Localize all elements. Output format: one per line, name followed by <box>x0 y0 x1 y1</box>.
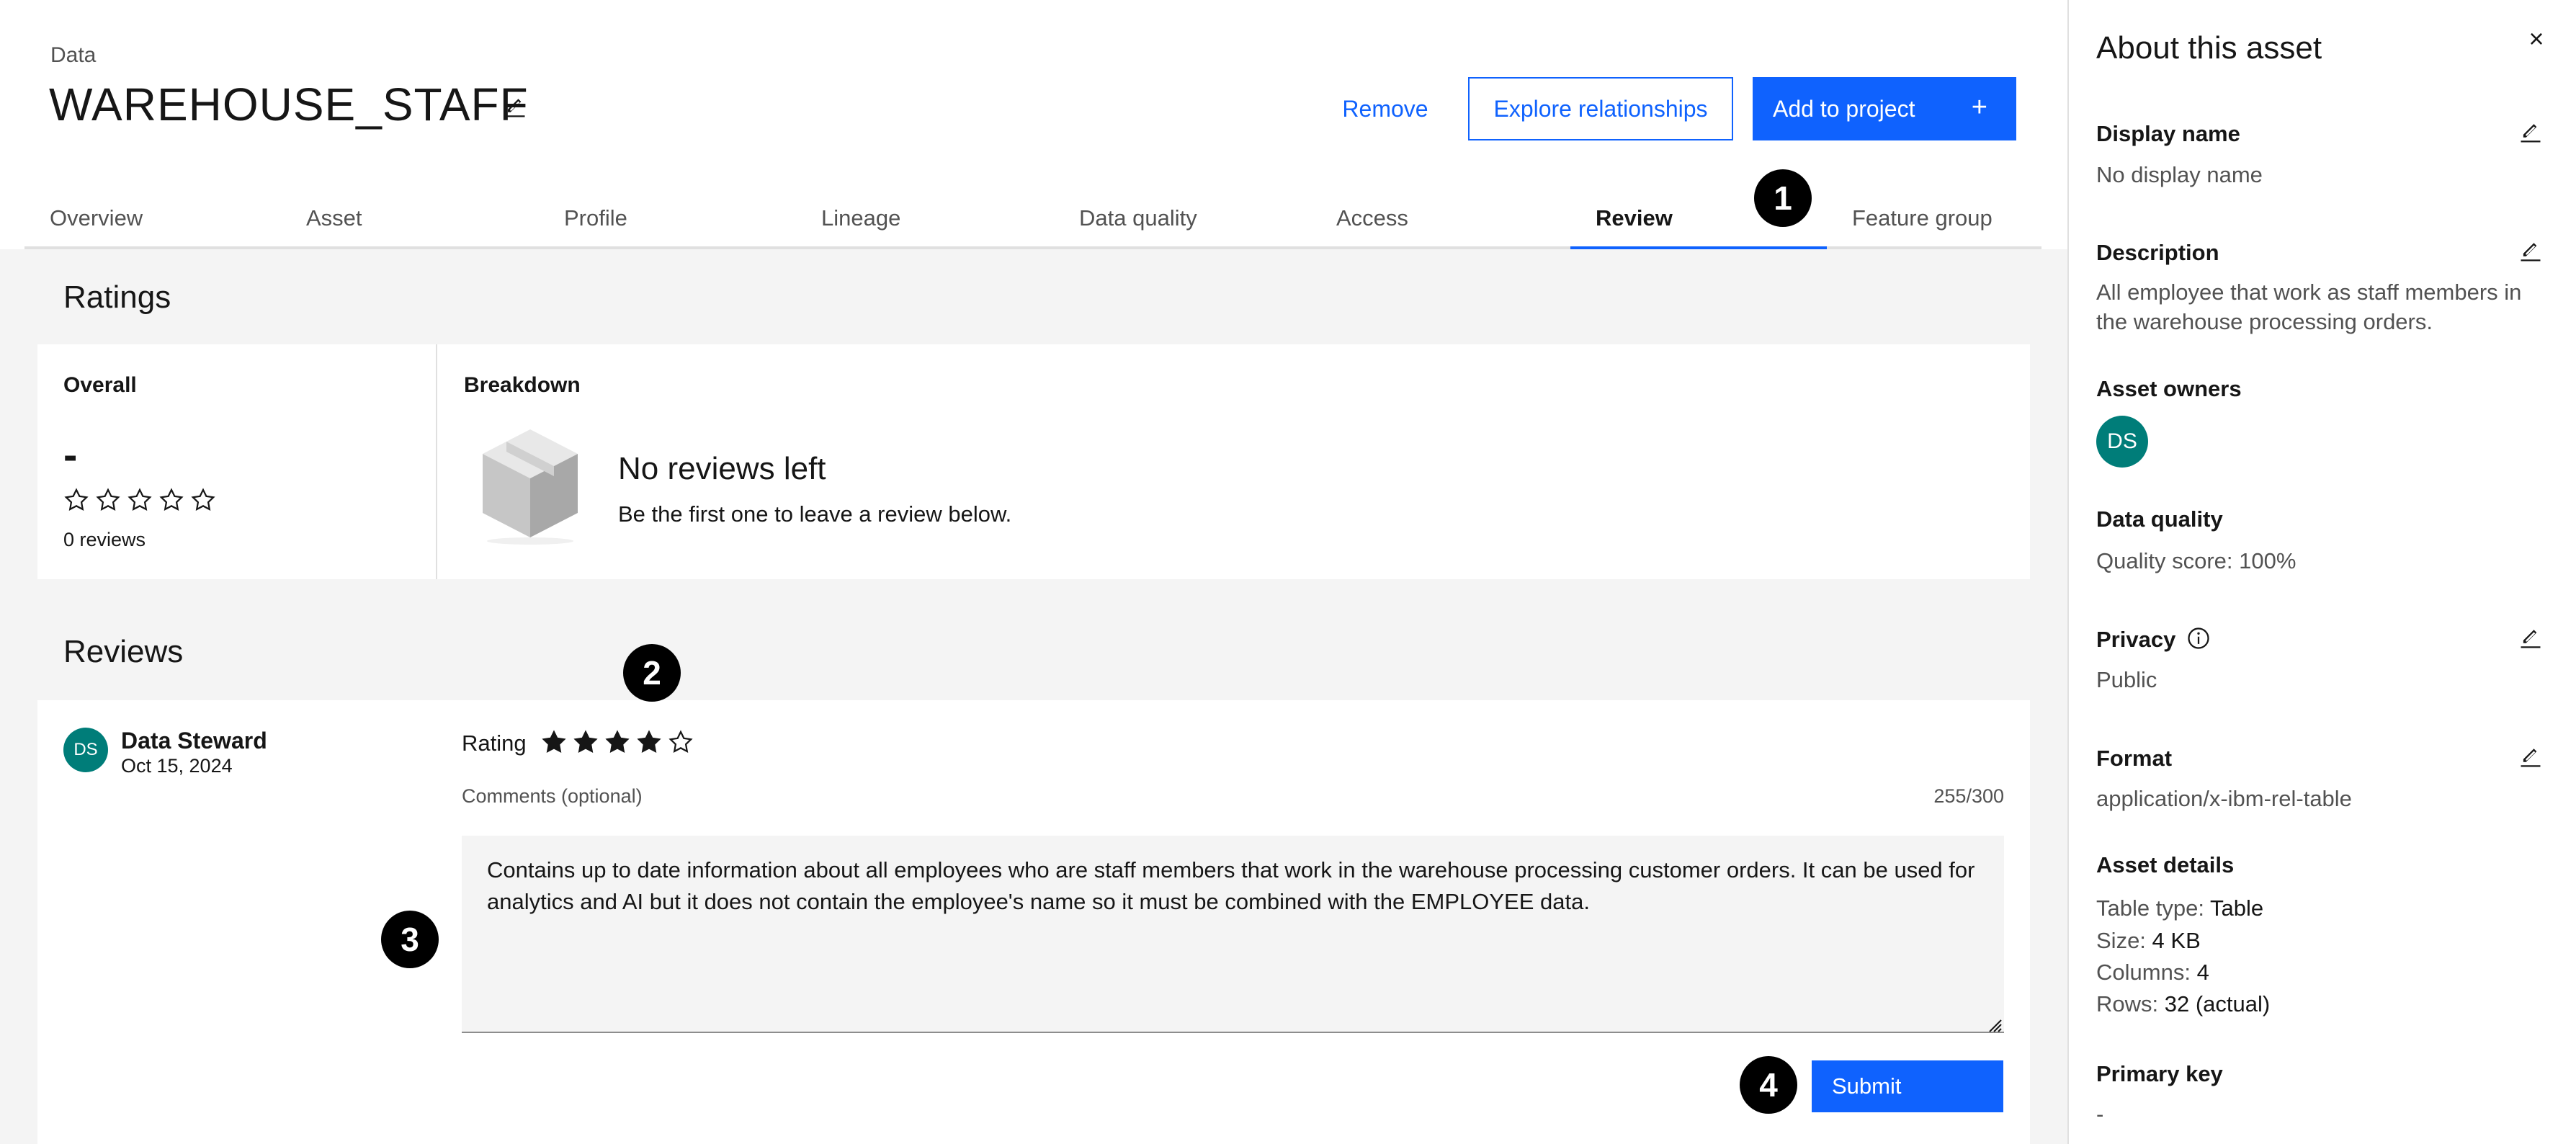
comments-textarea[interactable]: Contains up to date information about al… <box>462 836 2004 1033</box>
ratings-card: Overall - 0 reviews Breakdown No reviews… <box>37 344 2030 579</box>
star-outline-icon <box>159 488 184 511</box>
tab-lineage[interactable]: Lineage <box>796 195 1054 249</box>
overall-value: - <box>63 432 78 478</box>
privacy-value: Public <box>2096 667 2157 692</box>
panel-title: About this asset <box>2096 30 2322 66</box>
page-title: WAREHOUSE_STAFF <box>49 79 529 130</box>
callout-badge: 3 <box>381 911 439 968</box>
tab-profile[interactable]: Profile <box>539 195 796 249</box>
breadcrumb[interactable]: Data <box>50 43 96 68</box>
display-name-label: Display name <box>2096 121 2240 146</box>
display-name-value: No display name <box>2096 162 2263 187</box>
detail-value: 4 <box>2196 960 2209 985</box>
description-label: Description <box>2096 240 2219 265</box>
resize-handle-icon[interactable] <box>1985 1016 2003 1033</box>
detail-key: Columns: <box>2096 960 2191 985</box>
star-outline-icon[interactable] <box>668 729 694 755</box>
primary-key-label: Primary key <box>2096 1061 2223 1086</box>
detail-value: 4 KB <box>2152 928 2201 953</box>
breakdown-label: Breakdown <box>464 373 581 397</box>
ratings-heading: Ratings <box>63 280 171 315</box>
submit-button[interactable]: Submit <box>1812 1060 2003 1112</box>
overall-label: Overall <box>63 373 137 397</box>
primary-key-value: - <box>2096 1101 2104 1127</box>
reviews-heading: Reviews <box>63 634 184 669</box>
data-quality-label: Data quality <box>2096 506 2223 532</box>
detail-rows: Rows: 32 (actual) <box>2096 991 2270 1017</box>
rating-label: Rating <box>462 730 527 756</box>
avatar: DS <box>63 728 108 772</box>
star-outline-icon <box>128 488 152 511</box>
card-divider <box>436 344 437 579</box>
main-area: Data WAREHOUSE_STAFF Remove Explore rela… <box>0 0 2067 1144</box>
detail-key: Rows: <box>2096 991 2159 1016</box>
about-asset-panel: About this asset × Display name No displ… <box>2067 0 2576 1144</box>
tab-overview[interactable]: Overview <box>24 195 281 249</box>
star-outline-icon <box>64 488 89 511</box>
description-value: All employee that work as staff members … <box>2096 280 2522 334</box>
detail-columns: Columns: 4 <box>2096 960 2209 986</box>
rating-stars-input[interactable] <box>541 729 694 755</box>
edit-title-icon[interactable] <box>502 94 528 120</box>
tab-bar: Overview Asset Profile Lineage Data qual… <box>24 195 2041 249</box>
remove-button[interactable]: Remove <box>1328 77 1443 140</box>
star-filled-icon[interactable] <box>573 729 599 755</box>
star-outline-icon <box>96 488 120 511</box>
empty-box-illustration <box>483 429 578 545</box>
overall-stars <box>63 487 216 513</box>
add-to-project-button[interactable]: Add to project + <box>1753 77 2016 140</box>
detail-table-type: Table type: Table <box>2096 895 2263 921</box>
edit-privacy-icon[interactable] <box>2518 625 2544 651</box>
reviewer-name: Data Steward <box>121 728 267 754</box>
empty-state-title: No reviews left <box>618 451 826 486</box>
info-icon[interactable] <box>2186 625 2211 651</box>
close-icon[interactable]: × <box>2522 24 2551 53</box>
star-outline-icon <box>191 488 215 511</box>
callout-badge: 4 <box>1740 1056 1797 1114</box>
avatar[interactable]: DS <box>2096 416 2148 468</box>
detail-size: Size: 4 KB <box>2096 928 2201 954</box>
explore-relationships-button[interactable]: Explore relationships <box>1468 77 1733 140</box>
empty-state-subtitle: Be the first one to leave a review below… <box>618 501 1012 527</box>
asset-details-label: Asset details <box>2096 852 2235 877</box>
data-quality-value: Quality score: 100% <box>2096 548 2297 573</box>
detail-value: Table <box>2210 895 2264 921</box>
detail-key: Table type: <box>2096 895 2204 921</box>
star-filled-icon[interactable] <box>604 729 630 755</box>
comments-label: Comments (optional) <box>462 785 643 807</box>
detail-key: Size: <box>2096 928 2146 953</box>
tab-asset[interactable]: Asset <box>281 195 539 249</box>
tab-access[interactable]: Access <box>1311 195 1570 249</box>
edit-display-name-icon[interactable] <box>2518 120 2544 146</box>
format-label: Format <box>2096 746 2173 771</box>
privacy-label: Privacy <box>2096 627 2176 652</box>
char-count: 255/300 <box>1933 785 2004 807</box>
callout-badge: 1 <box>1754 169 1812 227</box>
tab-feature-group[interactable]: Feature group <box>1827 195 2041 249</box>
plus-icon: + <box>1971 92 1987 122</box>
add-to-project-label: Add to project <box>1773 95 1915 122</box>
asset-owners-label: Asset owners <box>2096 376 2242 401</box>
callout-badge: 2 <box>623 644 681 702</box>
format-value: application/x-ibm-rel-table <box>2096 786 2352 811</box>
review-form-card: DS Data Steward Oct 15, 2024 Rating Comm… <box>37 700 2030 1144</box>
review-count: 0 reviews <box>63 529 146 550</box>
edit-format-icon[interactable] <box>2518 744 2544 770</box>
star-filled-icon[interactable] <box>541 729 567 755</box>
star-filled-icon[interactable] <box>636 729 662 755</box>
detail-value: 32 (actual) <box>2164 991 2271 1016</box>
tab-data-quality[interactable]: Data quality <box>1054 195 1311 249</box>
edit-description-icon[interactable] <box>2518 238 2544 264</box>
review-date: Oct 15, 2024 <box>121 755 233 777</box>
